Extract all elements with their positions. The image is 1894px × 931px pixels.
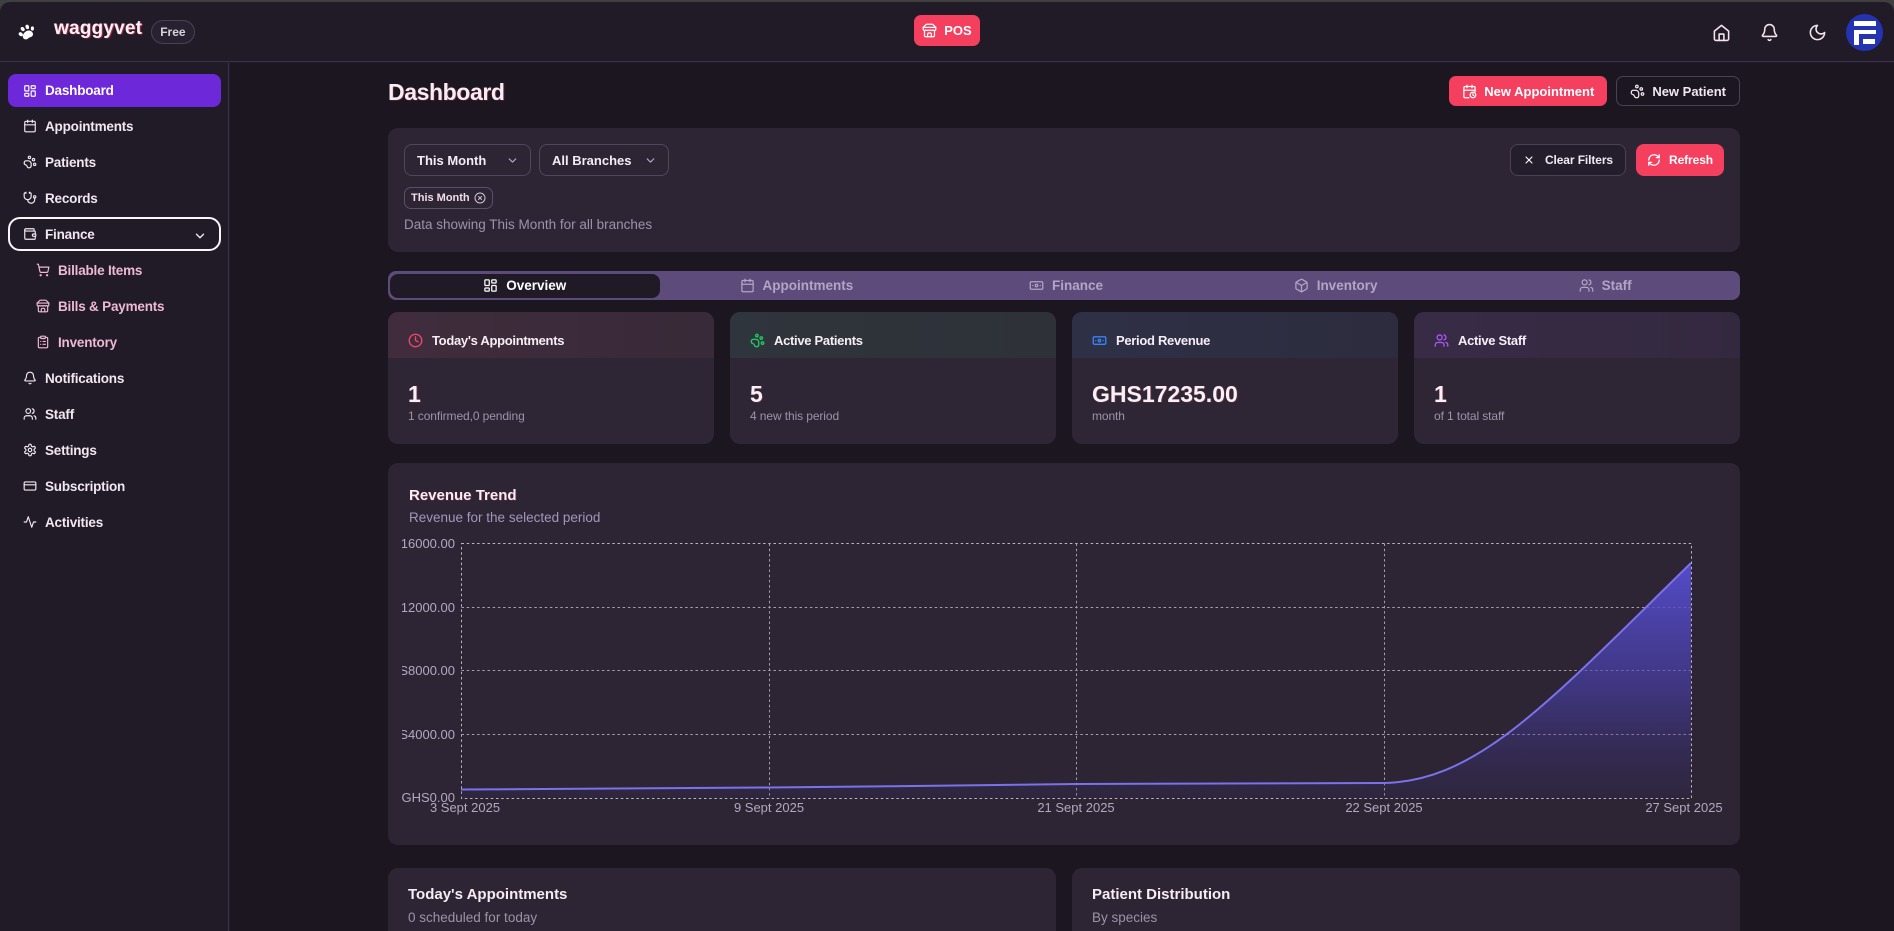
svg-text:GHS12000.00: GHS12000.00 [388, 600, 455, 615]
svg-text:GHS16000.00: GHS16000.00 [388, 536, 455, 551]
svg-text:GHS8000.00: GHS8000.00 [388, 663, 455, 678]
svg-text:9 Sept 2025: 9 Sept 2025 [734, 800, 804, 815]
svg-text:22 Sept 2025: 22 Sept 2025 [1345, 800, 1422, 815]
svg-text:27 Sept 2025: 27 Sept 2025 [1645, 800, 1722, 815]
svg-text:21 Sept 2025: 21 Sept 2025 [1037, 800, 1114, 815]
svg-text:GHS4000.00: GHS4000.00 [388, 727, 455, 742]
svg-text:GHS0.00: GHS0.00 [402, 790, 455, 805]
